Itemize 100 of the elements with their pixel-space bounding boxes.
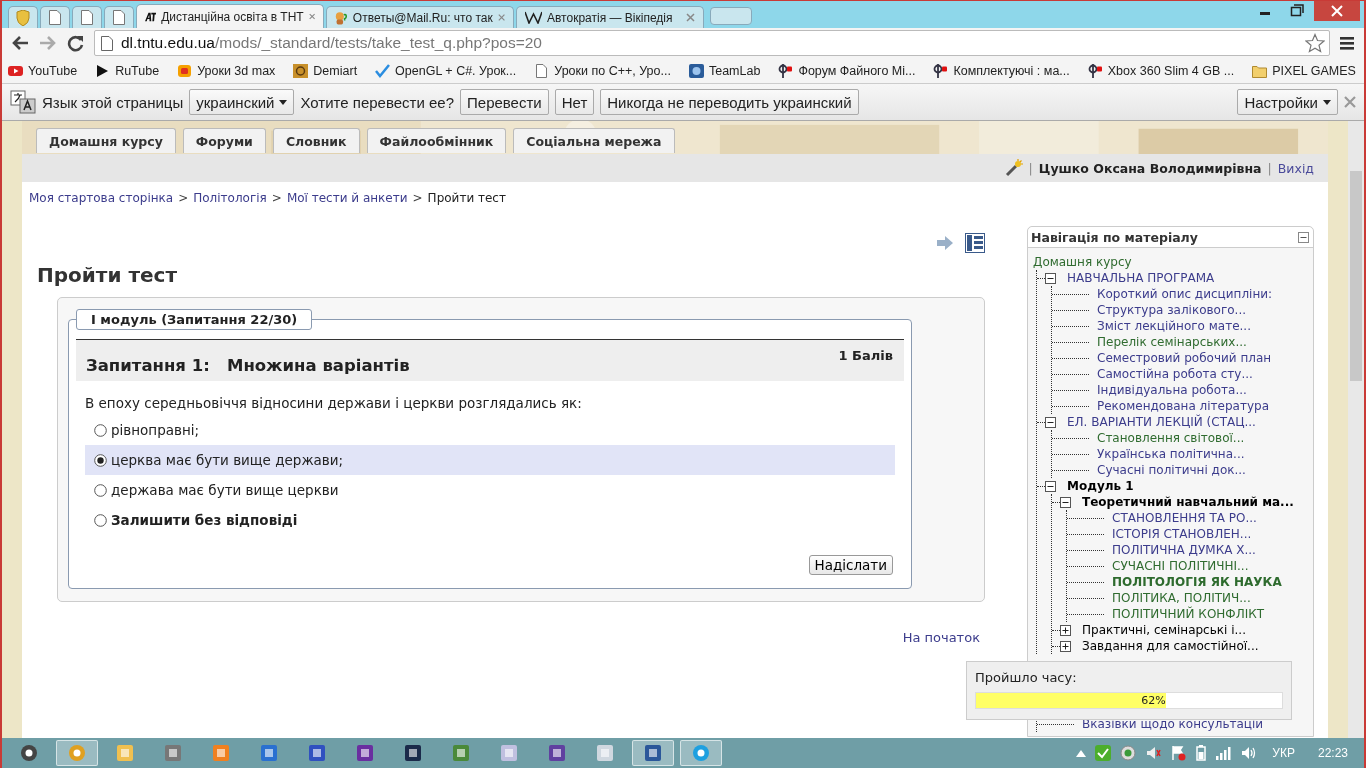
browser-tab[interactable]: Ответы@Mail.Ru: что так	[326, 6, 514, 28]
bookmark[interactable]: YouTube	[8, 63, 78, 78]
volume-icon[interactable]	[1241, 745, 1258, 761]
translate-button[interactable]: Нет	[554, 89, 595, 115]
browser-tab[interactable]	[104, 6, 134, 28]
bookmark[interactable]: RuTube	[95, 63, 160, 78]
tree-item[interactable]: НАВЧАЛЬНА ПРОГРАМА	[1067, 270, 1215, 286]
collapse-icon[interactable]	[1060, 496, 1071, 508]
tree-item[interactable]: Самостійна робота сту...	[1097, 366, 1253, 382]
close-icon[interactable]	[1314, 1, 1360, 21]
module-legend: I модуль (Запитання 22/30)	[76, 309, 313, 330]
check-icon[interactable]	[1095, 745, 1112, 761]
circle-icon[interactable]	[1120, 745, 1137, 761]
site-tab[interactable]: Соціальна мережа	[513, 128, 675, 153]
tree-item[interactable]: ЕЛ. ВАРІАНТИ ЛЕКЦІЙ (СТАЦ...	[1067, 414, 1256, 430]
site-tab[interactable]: Домашня курсу	[36, 128, 176, 153]
expand-icon[interactable]	[1060, 640, 1071, 652]
tree-item[interactable]: Українська політична...	[1097, 446, 1245, 462]
tree-item[interactable]: ПОЛІТИКА, ПОЛІТИЧ...	[1112, 590, 1251, 606]
radio-button[interactable]	[94, 513, 107, 527]
bookmark-icon	[8, 63, 23, 78]
tree-item[interactable]: Структура залікового...	[1097, 302, 1247, 318]
collapse-icon[interactable]	[1045, 272, 1056, 284]
tree-item[interactable]: ПОЛІТИЧНИЙ КОНФЛІКТ	[1112, 606, 1265, 622]
tree-item[interactable]: Короткий опис дисципліни:	[1097, 286, 1273, 302]
bookmark-label: RuTube	[115, 63, 160, 78]
taskbar-app[interactable]	[632, 740, 674, 766]
reload-icon[interactable]	[66, 34, 86, 52]
site-tab[interactable]: Файлообмінник	[366, 128, 507, 153]
close-icon[interactable]	[308, 12, 315, 21]
collapse-icon[interactable]	[1298, 232, 1309, 243]
layout-icon[interactable]	[965, 233, 985, 253]
logout-link[interactable]: Вихід	[1277, 160, 1314, 176]
tree-item[interactable]: Зміст лекційного мате...	[1097, 318, 1251, 334]
arrow-up-icon[interactable]	[1076, 749, 1087, 757]
bookmark[interactable]: PIXEL GAMES	[1252, 63, 1356, 78]
tree-item[interactable]: Практичні, семінарські і...	[1082, 622, 1246, 638]
close-icon[interactable]	[497, 13, 505, 22]
home-link[interactable]: Домашня курсу	[1033, 254, 1313, 270]
signal-icon[interactable]	[1216, 746, 1233, 760]
tree-item[interactable]: Індивідуальна робота...	[1097, 382, 1247, 398]
arrow-icon[interactable]	[937, 236, 953, 250]
back-to-top-link[interactable]: На початок	[902, 630, 980, 645]
speaker-icon[interactable]	[1145, 745, 1162, 761]
battery-icon[interactable]	[1195, 745, 1208, 761]
tree-item[interactable]: Становлення світової...	[1097, 430, 1245, 446]
tree-item[interactable]: ІСТОРІЯ СТАНОВЛЕН...	[1112, 526, 1252, 542]
menu-icon[interactable]	[1338, 35, 1356, 51]
tree-item[interactable]: СУЧАСНІ ПОЛІТИЧНІ...	[1112, 558, 1249, 574]
breadcrumb-link[interactable]: Мої тести й анкети	[286, 191, 408, 205]
expand-icon[interactable]	[1060, 624, 1071, 636]
tree-item[interactable]: Завдання для самостійної...	[1082, 638, 1259, 654]
tree-item[interactable]: СТАНОВЛЕННЯ ТА РО...	[1112, 510, 1257, 526]
translate-label: Язык этой страницы	[42, 93, 184, 111]
browser-tab[interactable]: Автократія — Вікіпедія	[516, 6, 704, 28]
tree-item[interactable]: Перелік семінарських...	[1097, 334, 1247, 350]
site-tab[interactable]: Словник	[272, 128, 360, 153]
bookmark[interactable]: Demiart	[293, 63, 358, 78]
bookmark-label: Уроки 3d max	[197, 63, 276, 78]
browser-tab[interactable]	[72, 6, 102, 28]
tree-item[interactable]: Теоретичний навчальний ма...	[1082, 494, 1294, 510]
settings-dropdown[interactable]: Настройки	[1237, 89, 1338, 115]
breadcrumb-separator: >	[271, 191, 282, 205]
close-icon[interactable]	[1344, 96, 1356, 108]
collapse-icon[interactable]	[1045, 480, 1056, 492]
tree-item[interactable]: Рекомендована література	[1097, 398, 1269, 414]
flag-icon[interactable]	[1170, 745, 1187, 761]
answer-option[interactable]: Залишити без відповіді	[85, 505, 895, 535]
back-icon[interactable]	[10, 34, 30, 52]
breadcrumb-link[interactable]: Моя стартова сторінка	[29, 191, 174, 205]
translate-button[interactable]: Перевести	[460, 89, 549, 115]
submit-button[interactable]: Надіслати	[808, 555, 893, 575]
tree-item[interactable]: Сучасні політичні док...	[1097, 462, 1246, 478]
close-icon[interactable]	[686, 13, 695, 22]
tree-item[interactable]: ПОЛІТОЛОГІЯ ЯК НАУКА	[1112, 574, 1282, 590]
radio-button[interactable]	[94, 453, 107, 467]
tree-item[interactable]: Модуль 1	[1067, 478, 1134, 494]
address-bar[interactable]: dl.tntu.edu.ua/mods/_standard/tests/take_test_q.php?pos=20	[94, 30, 1330, 56]
browser-tab[interactable]	[40, 6, 70, 28]
bookmark[interactable]: Уроки 3d max	[177, 63, 276, 78]
bookmark-icon	[177, 63, 193, 78]
tree-item[interactable]: Вказівки щодо консультацій	[1082, 716, 1264, 732]
collapse-icon[interactable]	[1045, 416, 1056, 428]
radio-button[interactable]	[94, 423, 107, 437]
tree-item[interactable]: Семестровий робочий план	[1097, 350, 1272, 366]
breadcrumb-link[interactable]: Політологія	[193, 191, 267, 205]
scrollbar[interactable]	[1348, 121, 1364, 738]
bookmark[interactable]: TeamLab	[688, 63, 761, 78]
answer-option[interactable]: держава має бути вище церкви	[85, 475, 895, 505]
app-icon	[500, 744, 518, 762]
browser-tab[interactable]: Дистанційна освіта в ТНТ	[136, 4, 324, 28]
star-icon[interactable]	[1305, 33, 1325, 53]
language-dropdown[interactable]: украинский	[189, 89, 295, 115]
page-icon	[113, 10, 125, 25]
answer-option[interactable]: рівноправні;	[85, 415, 895, 445]
site-tab[interactable]: Форуми	[182, 128, 266, 153]
tree-item[interactable]: ПОЛІТИЧНА ДУМКА Х...	[1112, 542, 1256, 558]
translate-button[interactable]: Никогда не переводить украинский	[600, 89, 859, 115]
answer-option[interactable]: церква має бути вище держави;	[85, 445, 895, 475]
radio-button[interactable]	[94, 483, 107, 497]
